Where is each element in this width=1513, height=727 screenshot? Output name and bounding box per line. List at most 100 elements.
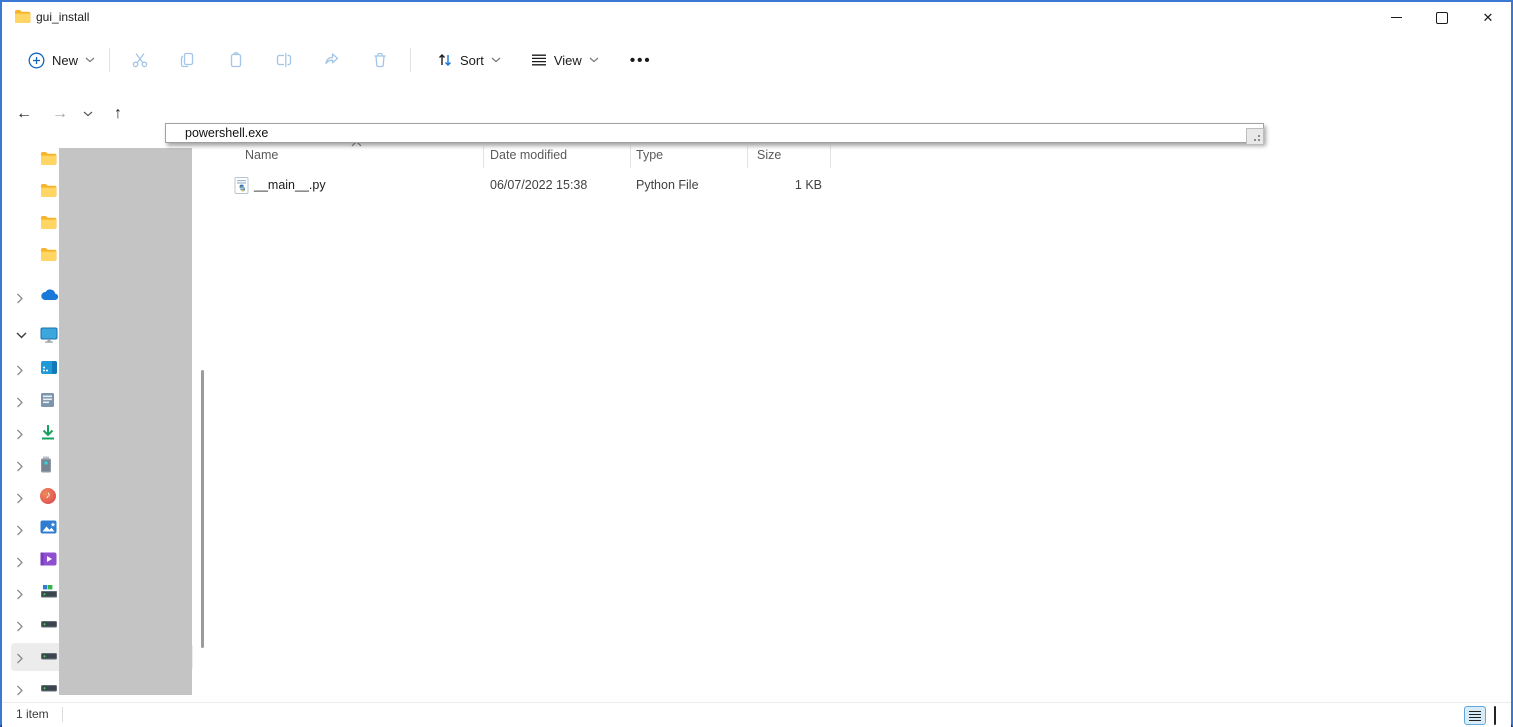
copy-icon [179,51,197,69]
file-type: Python File [636,178,699,192]
music-icon: ♪ [40,488,56,504]
chevron-right-icon[interactable] [16,525,23,536]
toolbar-divider [109,48,110,72]
see-more-button[interactable]: ••• [623,52,659,69]
music-note-glyph: ♪ [46,488,51,504]
address-autocomplete-dropdown: powershell.exe [165,123,1264,143]
delete-button[interactable] [356,42,404,78]
file-size: 1 KB [747,178,822,192]
copy-button[interactable] [164,42,212,78]
chevron-right-icon[interactable] [16,557,23,568]
status-bar: 1 item [2,702,1511,727]
videos-icon [40,552,57,566]
close-button[interactable]: ✕ [1465,2,1511,33]
forward-button[interactable]: → [46,100,74,128]
new-button[interactable]: New [20,46,103,75]
drive-icon [40,680,58,695]
documents-icon [40,392,55,408]
chevron-right-icon[interactable] [16,589,23,600]
chevron-right-icon[interactable] [16,397,23,408]
details-view-toggle[interactable] [1464,706,1486,725]
column-separator[interactable] [747,146,748,168]
folder-icon [40,215,57,230]
file-list-pane: Name Date modified Type Size __main__.py… [212,142,1507,702]
toolbar-divider [410,48,411,72]
chevron-right-icon[interactable] [16,493,23,504]
rename-button[interactable] [260,42,308,78]
view-button-label: View [554,53,582,68]
redaction-overlay [59,148,192,695]
file-row[interactable]: __main__.py 06/07/2022 15:38 Python File… [212,173,852,199]
sidebar-scrollbar[interactable] [201,370,204,648]
folder-icon [40,151,57,166]
minimize-icon [1391,17,1402,18]
chevron-down-icon [85,57,95,63]
navigation-pane: ♪ [2,142,212,702]
chevron-right-icon[interactable] [16,653,23,664]
column-separator[interactable] [830,146,831,168]
chevron-right-icon[interactable] [16,293,23,304]
chevron-right-icon[interactable] [16,685,23,696]
large-icons-view-toggle[interactable] [1489,706,1511,725]
desktop-icon [40,360,58,375]
sort-button[interactable]: Sort [427,46,511,74]
view-button[interactable]: View [521,47,609,74]
this-pc-icon [40,327,58,343]
view-list-icon [531,53,547,67]
chevron-down-icon [491,57,501,63]
column-separator[interactable] [630,146,631,168]
details-view-icon [1469,709,1481,723]
chevron-right-icon[interactable] [16,365,23,376]
drive-icon [40,616,58,631]
scissors-icon [131,51,149,69]
minimize-button[interactable] [1373,2,1419,33]
chevron-down-icon [589,57,599,63]
status-divider [62,707,63,722]
chevron-down-icon[interactable] [16,332,27,339]
folder-icon [14,9,31,24]
chevron-right-icon[interactable] [16,621,23,632]
folder-icon [40,183,57,198]
resize-grip[interactable] [1246,128,1264,145]
title-bar: gui_install ✕ [2,2,1511,34]
column-separator[interactable] [483,146,484,168]
sort-icon [437,52,453,68]
new-button-label: New [52,53,78,68]
maximize-button[interactable] [1419,2,1465,33]
paste-button[interactable] [212,42,260,78]
cut-button[interactable] [116,42,164,78]
item-count: 1 item [16,707,49,721]
up-button[interactable]: ↑ [104,100,132,128]
command-bar: New Sort View [2,34,1511,87]
column-header-date-modified[interactable]: Date modified [490,148,567,162]
close-icon: ✕ [1483,10,1494,26]
autocomplete-item[interactable]: powershell.exe [166,124,1263,142]
column-header-type[interactable]: Type [636,148,663,162]
folder-icon [40,247,57,262]
python-file-icon [234,177,249,194]
large-icons-view-icon [1494,707,1506,725]
rename-icon [275,51,293,69]
downloads-icon [40,424,56,440]
chevron-right-icon[interactable] [16,429,23,440]
maximize-icon [1436,12,1448,24]
column-header-size[interactable]: Size [757,148,781,162]
column-header-name[interactable]: Name [245,148,278,162]
back-button[interactable]: ← [10,100,38,128]
chevron-down-icon [83,111,93,117]
sort-button-label: Sort [460,53,484,68]
window-title: gui_install [36,2,89,33]
recent-locations-button[interactable] [78,100,98,128]
trash-icon [371,51,389,69]
file-date-modified: 06/07/2022 15:38 [490,178,587,192]
new-plus-icon [28,52,45,69]
share-icon [323,51,341,69]
pictures-icon [40,520,57,534]
drive-icon [40,648,58,663]
share-button[interactable] [308,42,356,78]
chevron-right-icon[interactable] [16,461,23,472]
device-icon [40,456,52,473]
paste-icon [227,51,245,69]
file-explorer-window: gui_install ✕ New [0,0,1513,727]
file-name[interactable]: __main__.py [254,178,326,192]
